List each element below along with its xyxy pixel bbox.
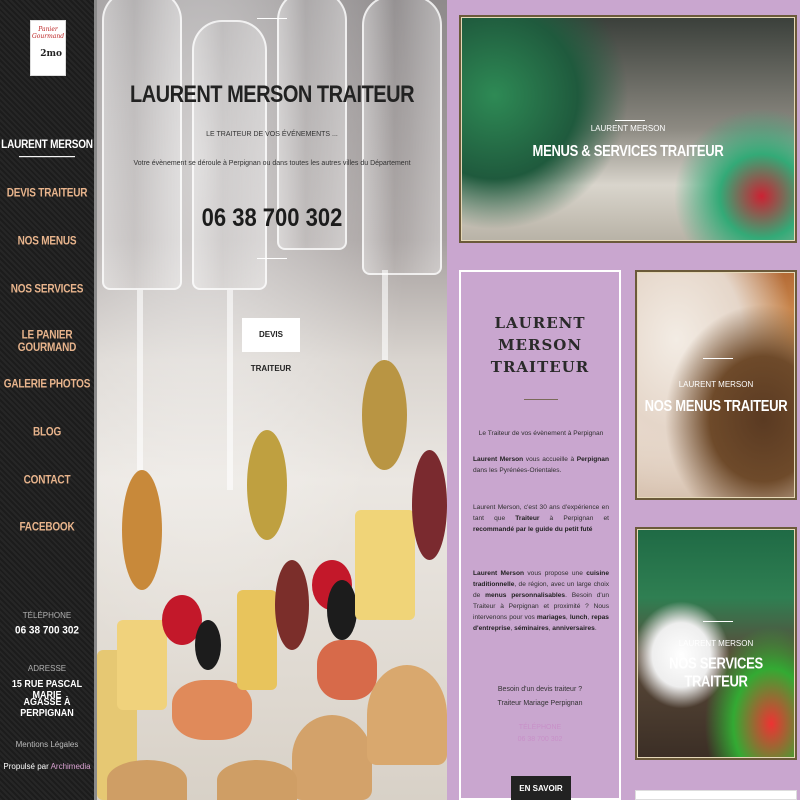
grape-image [275,560,309,650]
nav-blog[interactable]: Blog [0,426,94,439]
card-divider [615,120,645,121]
salmon-image [317,640,377,700]
tart-image [367,665,447,765]
nav-nos-menus[interactable]: Nos menus [0,235,94,248]
hero: LAURENT MERSON TRAITEUR LE TRAITEUR DE V… [97,0,447,800]
menus-services-card[interactable]: LAURENT MERSON MENUS & SERVICES TRAITEUR [459,15,797,243]
about-title-line-3: TRAITEUR [490,358,590,376]
physalis-image [362,360,407,470]
card-subtitle: LAURENT MERSON [678,380,754,389]
physalis-image [247,430,287,540]
about-phone[interactable]: 06 38 700 302 [461,736,619,743]
card-divider [703,358,733,359]
nav-contact[interactable]: Contact [0,474,94,487]
hero-phone[interactable]: 06 38 700 302 [97,203,447,233]
glass-image [192,20,267,290]
about-cta-line-1: Besoin d'un devis traiteur ? [497,686,583,693]
logo-line-3: 2mo [40,49,62,59]
tart-image [217,760,297,800]
nav-nos-services[interactable]: Nos services [0,283,94,296]
about-paragraph-3: Laurent Merson vous propose une cuisine … [473,570,609,632]
card-title: MENUS & SERVICES TRAITEUR [532,141,724,160]
logo-line-1: Panier [38,26,58,33]
about-title-line-1: LAURENT [494,314,586,332]
about-title-line-2: MERSON [497,336,583,354]
nos-menus-card[interactable]: LAURENT MERSON NOS MENUS TRAITEUR [635,270,797,500]
about-divider [524,399,558,400]
olive-image [327,580,357,640]
about-title: LAURENT MERSON TRAITEUR [461,312,619,378]
olive-image [195,620,221,670]
phone-value[interactable]: 06 38 700 302 [0,624,94,636]
legal-link[interactable]: Mentions Légales [0,740,94,749]
address-label: ADRESSE [27,664,67,673]
glass-stem [137,290,143,470]
hero-tagline: LE TRAITEUR DE VOS ÉVÉNEMENTS ... [206,131,338,138]
powered-by-label: Propulsé par [3,762,49,771]
address-line-2: AGASSE À PERPIGNAN [20,696,74,718]
about-phone-label: TÉLÉPHONE [518,724,562,731]
sidebar: Panier Gourmand 2mo Laurent Merson Devis… [0,0,97,800]
nav-laurent-merson[interactable]: Laurent Merson [0,139,94,157]
about-card: LAURENT MERSON TRAITEUR Le Traiteur de v… [459,270,621,800]
physalis-image [122,470,162,590]
hero-title: LAURENT MERSON TRAITEUR [129,81,415,109]
canape-image [117,620,167,710]
devis-traiteur-button[interactable]: DEVIS TRAITEUR [242,318,300,373]
about-intro: Le Traiteur de vos évènement à Perpignan [478,430,604,437]
phone-label: TÉLÉPHONE [22,611,72,620]
about-paragraph-2: Laurent Merson, c'est 30 ans d'expérienc… [473,504,609,533]
glass-stem [227,290,233,490]
glass-image [102,0,182,290]
card-title: NOS SERVICES TRAITEUR [669,654,763,690]
nav-galerie-photos[interactable]: Galerie photos [0,378,94,391]
logo[interactable]: Panier Gourmand 2mo [30,20,66,76]
tart-image [292,715,372,800]
logo-line-2: Gourmand [31,33,65,40]
card-divider [703,621,733,622]
canape-image [237,590,277,690]
card-subtitle: LAURENT MERSON [678,639,754,648]
about-cta-line-2: Traiteur Mariage Perpignan [497,700,583,707]
nav-facebook[interactable]: Facebook [0,521,94,534]
card-subtitle: LAURENT MERSON [590,124,666,133]
grape-image [412,450,447,560]
hero-divider [257,18,287,19]
en-savoir-plus-button[interactable]: EN SAVOIR PLUS [511,776,571,800]
canape-image [355,510,415,620]
powered-by-brand[interactable]: Archimedia [51,762,91,771]
next-card-edge [635,790,797,800]
nos-services-card[interactable]: LAURENT MERSON NOS SERVICES TRAITEUR [635,527,797,760]
hero-divider [257,258,287,259]
card-title: NOS MENUS TRAITEUR [644,396,788,415]
nav-devis-traiteur[interactable]: Devis traiteur [0,187,94,200]
hero-description: Votre évènement se déroule à Perpignan o… [133,160,411,167]
powered-by: Propulsé par Archimedia [0,762,94,771]
nav-panier-gourmand[interactable]: Le panier gourmand [0,329,94,354]
tart-image [107,760,187,800]
about-paragraph-1: Laurent Merson vous accueille à Perpigna… [473,456,609,474]
